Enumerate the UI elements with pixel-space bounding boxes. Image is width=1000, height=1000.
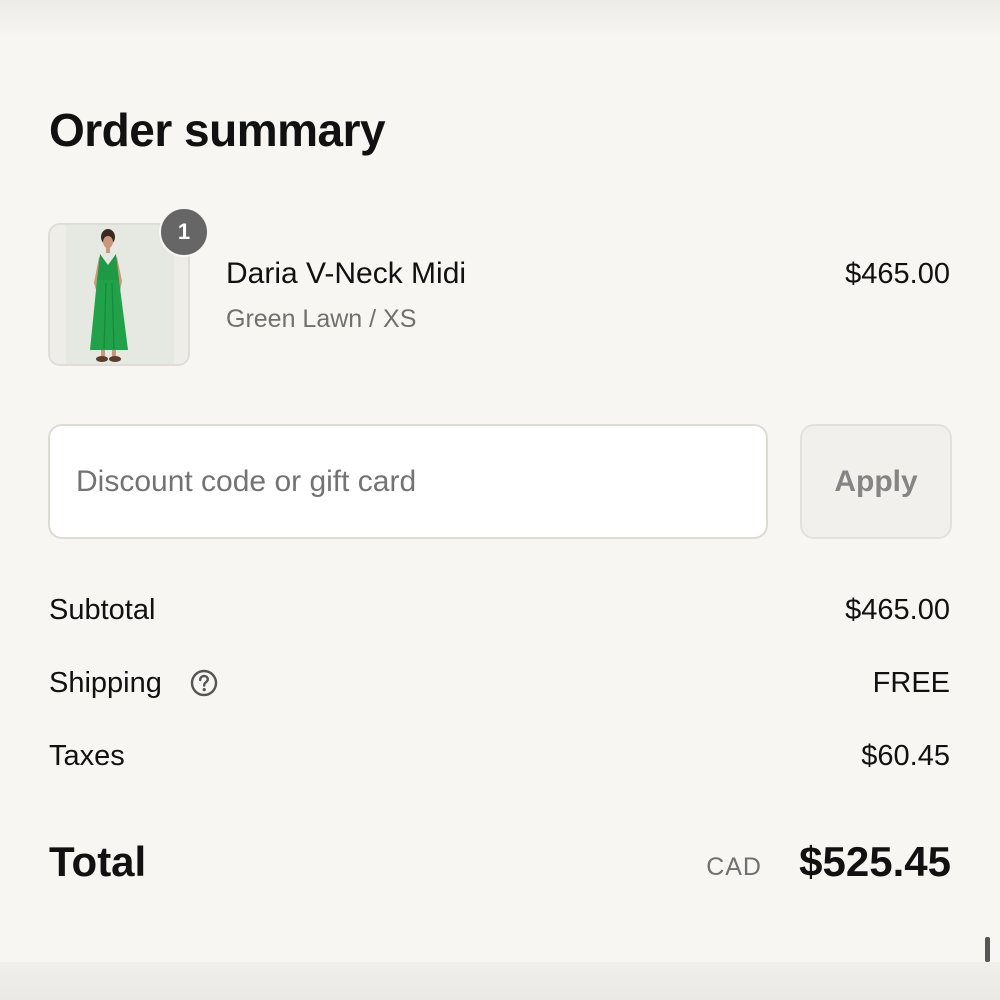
- taxes-label: Taxes: [49, 740, 125, 772]
- subtotal-label: Subtotal: [49, 594, 156, 626]
- bottom-toolbar-band: [0, 962, 1000, 1000]
- product-name: Daria V-Neck Midi: [226, 257, 467, 290]
- total-label: Total: [49, 838, 147, 885]
- taxes-value: $60.45: [861, 740, 950, 772]
- product-variant: Green Lawn / XS: [226, 305, 417, 333]
- shipping-help-icon[interactable]: [190, 669, 218, 697]
- top-header-shadow: [0, 0, 1000, 36]
- apply-discount-button[interactable]: Apply: [800, 424, 952, 539]
- scrollbar-thumb[interactable]: [985, 937, 990, 962]
- product-price: $465.00: [845, 258, 950, 290]
- discount-code-input[interactable]: [48, 424, 768, 539]
- shipping-value: FREE: [872, 667, 950, 699]
- page-title: Order summary: [49, 104, 386, 156]
- quantity-badge: 1: [159, 207, 209, 257]
- total-value: $525.45: [799, 838, 951, 885]
- shipping-label: Shipping: [49, 667, 162, 699]
- total-currency: CAD: [706, 853, 762, 881]
- subtotal-value: $465.00: [845, 594, 950, 626]
